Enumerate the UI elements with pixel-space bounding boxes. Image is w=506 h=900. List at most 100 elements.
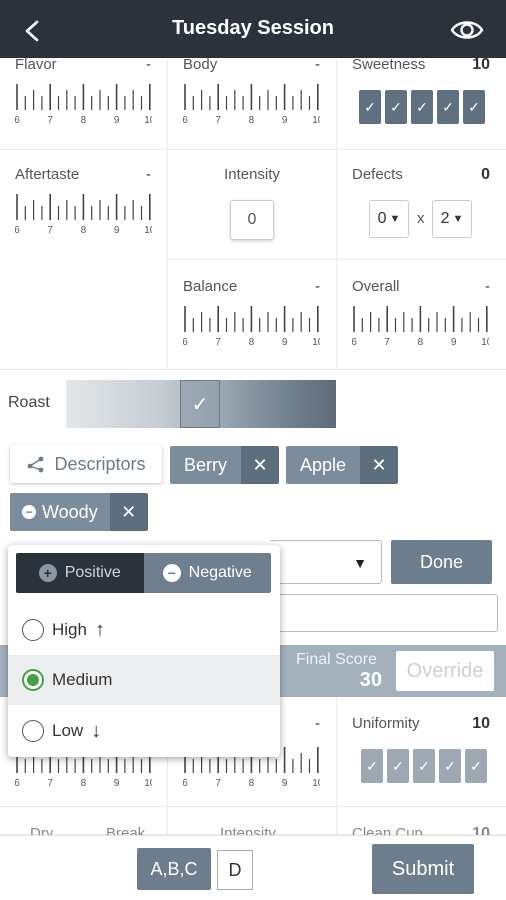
remove-tag-icon[interactable]: ✕	[109, 493, 148, 531]
flavor-cell: Flavor - 6 7 8 9 10	[0, 56, 168, 150]
aftertaste-value: -	[146, 166, 151, 183]
descriptor-tag-label-wrap[interactable]: − Woody	[10, 493, 110, 531]
overall-tick-scale[interactable]: 6 7 8 9 10	[352, 304, 489, 348]
tick-label: 6	[15, 778, 20, 789]
tick-label: 9	[282, 337, 288, 348]
score-grid: Flavor - 6 7 8 9 10 Body - 6 7 8 9 10 Sweetness …	[0, 56, 506, 370]
radio-button-selected[interactable]	[22, 669, 44, 691]
defects-cell: Defects 0 0 ▼ x 2 ▼	[337, 150, 506, 260]
tick-label: 9	[114, 115, 120, 126]
plus-circle-icon: +	[38, 564, 57, 582]
done-button[interactable]: Done	[391, 540, 492, 584]
descriptor-intensity-select[interactable]: ▼	[270, 540, 382, 584]
sweetness-check-2[interactable]: ✓	[385, 90, 407, 124]
descriptor-tag-berry: Berry ✕	[170, 446, 280, 484]
balance-label: Balance	[183, 278, 238, 295]
radio-button[interactable]	[22, 619, 44, 641]
d-button[interactable]: D	[217, 850, 253, 890]
defects-multiply-sign: x	[417, 210, 425, 227]
negative-minus-icon: −	[22, 505, 36, 519]
tick-label: 8	[418, 337, 424, 348]
radio-button[interactable]	[22, 720, 44, 742]
negative-option[interactable]: − Negative	[143, 553, 271, 593]
sweetness-check-3[interactable]: ✓	[411, 90, 433, 124]
descriptors-button-label: Descriptors	[54, 453, 146, 474]
roast-slider-handle[interactable]: ✓	[180, 380, 220, 428]
descriptor-tag-apple: Apple ✕	[286, 446, 399, 484]
option-label: Medium	[52, 670, 113, 689]
defects-count-select[interactable]: 0 ▼	[369, 200, 409, 238]
final-score-label: Final Score	[296, 651, 377, 668]
defects-label: Defects	[352, 166, 403, 183]
tick-label: 6	[183, 337, 188, 348]
tick-label: 6	[15, 115, 20, 126]
option-label: High	[52, 620, 87, 639]
uniformity-check-5[interactable]: ✓	[465, 749, 487, 783]
tick-label: 9	[451, 337, 457, 348]
tick-label: 7	[384, 337, 390, 348]
uniformity-check-1[interactable]: ✓	[361, 749, 383, 783]
remove-tag-icon[interactable]: ✕	[241, 446, 280, 484]
remove-tag-icon[interactable]: ✕	[360, 446, 399, 484]
tick-label: 9	[282, 778, 288, 789]
flavor-label: Flavor	[15, 56, 57, 73]
tick-label: 7	[215, 337, 221, 348]
descriptors-button[interactable]: Descriptors	[10, 445, 162, 483]
tick-scale-graphic: 6 7 8 9 10	[352, 306, 489, 348]
tick-label: 7	[47, 225, 53, 236]
sweetness-check-1[interactable]: ✓	[359, 90, 381, 124]
fragrance-cell: Dry Break	[0, 807, 168, 842]
notes-input[interactable]	[275, 594, 498, 632]
body-tick-scale[interactable]: 6 7 8 9 10	[183, 82, 320, 126]
eye-icon[interactable]	[450, 16, 484, 44]
body-cell: Body - 6 7 8 9 10	[168, 56, 337, 150]
uniformity-cell: Uniformity 10 ✓ ✓ ✓ ✓ ✓	[337, 697, 506, 807]
balance-tick-scale[interactable]: 6 7 8 9 10	[183, 304, 320, 348]
uniformity-check-2[interactable]: ✓	[387, 749, 409, 783]
flavor-tick-scale[interactable]: 6 7 8 9 10	[15, 82, 152, 126]
page-title: Tuesday Session	[172, 17, 334, 39]
defects-value: 0	[481, 166, 490, 183]
submit-button[interactable]: Submit	[372, 844, 474, 894]
positive-label: Positive	[64, 564, 121, 581]
body-label: Body	[183, 56, 218, 73]
tick-label: 10	[144, 778, 152, 789]
tick-label: 10	[312, 115, 320, 126]
descriptor-intensity-popup: + Positive − Negative High ↑ Medium Low …	[8, 545, 280, 757]
tick-label: 6	[183, 115, 188, 126]
sweetness-check-5[interactable]: ✓	[463, 90, 485, 124]
override-input[interactable]: Override	[396, 651, 494, 691]
option-label: Low	[52, 721, 84, 740]
clean-cup-cell: Clean Cup 10	[337, 807, 506, 842]
arrow-down-icon: ↓	[91, 719, 102, 742]
defects-multiplier-select[interactable]: 2 ▼	[432, 200, 472, 238]
bottom-toolbar: A,B,C D Submit	[0, 835, 506, 900]
tick-label: 8	[249, 778, 255, 789]
tick-label: 8	[81, 778, 87, 789]
sweetness-cell: Sweetness 10 ✓ ✓ ✓ ✓ ✓	[337, 56, 506, 150]
intensity-input[interactable]: 0	[230, 200, 274, 240]
descriptor-tag-woody: − Woody ✕	[10, 493, 148, 531]
positive-option[interactable]: + Positive	[16, 553, 144, 593]
roast-label: Roast	[8, 394, 50, 411]
flavor-value: -	[146, 56, 151, 73]
tick-label: 8	[81, 115, 87, 126]
sweetness-check-4[interactable]: ✓	[437, 90, 459, 124]
abc-button[interactable]: A,B,C	[137, 848, 211, 890]
sweetness-label: Sweetness	[352, 56, 426, 73]
final-score-value: 30	[359, 669, 382, 691]
tick-label: 8	[249, 115, 255, 126]
overall-value: -	[485, 278, 490, 295]
descriptor-tag-label: Berry	[170, 446, 242, 484]
tick-label: 6	[15, 225, 20, 236]
option-high[interactable]: High ↑	[8, 605, 280, 655]
option-medium[interactable]: Medium	[8, 655, 280, 705]
option-low[interactable]: Low ↓	[8, 706, 280, 756]
uniformity-check-3[interactable]: ✓	[413, 749, 435, 783]
intensity-cell: Intensity 0	[168, 150, 337, 260]
sweetness-value: 10	[472, 56, 490, 73]
uniformity-value: 10	[472, 715, 490, 732]
intensity-label: Intensity	[224, 166, 280, 183]
uniformity-check-4[interactable]: ✓	[439, 749, 461, 783]
aftertaste-tick-scale[interactable]: 6 7 8 9 10	[15, 192, 152, 236]
